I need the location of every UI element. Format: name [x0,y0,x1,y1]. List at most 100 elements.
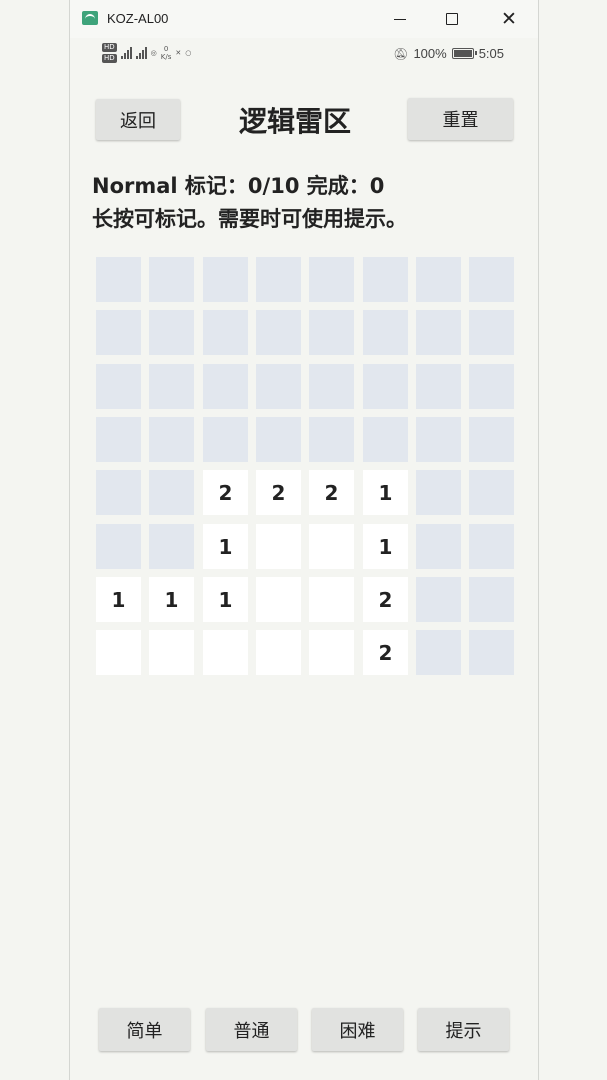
hard-button[interactable]: 困难 [312,1008,403,1051]
board-cell-hidden[interactable] [309,417,354,462]
board-cell-revealed[interactable]: 2 [363,630,408,675]
board-cell-hidden[interactable] [416,524,461,569]
usb-icon: ✕ [175,49,182,57]
back-button[interactable]: 返回 [96,99,180,140]
board-cell-hidden[interactable] [416,630,461,675]
board-cell-hidden[interactable] [363,417,408,462]
hd-icon: HD HD [102,43,117,63]
normal-button[interactable]: 普通 [206,1008,297,1051]
board-cell-hidden[interactable] [469,577,514,622]
board-cell-revealed[interactable] [309,630,354,675]
signal-icon [120,47,132,59]
net-speed-value: 0 [163,45,169,53]
signal-icon-2 [135,47,147,59]
chat-icon: ○ [185,49,192,57]
window-titlebar[interactable]: KOZ-AL00 ✕ [70,0,538,38]
hint-button[interactable]: 提示 [418,1008,509,1051]
battery-percent: 100% [413,46,447,61]
android-app-icon [82,11,98,25]
board-cell-revealed[interactable] [203,630,248,675]
board-cell-revealed[interactable] [309,577,354,622]
board-cell-revealed[interactable]: 2 [309,470,354,515]
app-window: KOZ-AL00 ✕ HD HD ◎ 0 K/s ✕ ○ 🔕︎ 100% 5:05 … [69,0,539,1080]
board-cell-hidden[interactable] [363,310,408,355]
board-cell-hidden[interactable] [469,257,514,302]
board-cell-hidden[interactable] [203,417,248,462]
board-cell-hidden[interactable] [149,310,194,355]
board-cell-revealed[interactable] [309,524,354,569]
net-speed-unit: K/s [160,53,172,61]
minimize-button[interactable] [385,6,415,32]
status-bar: HD HD ◎ 0 K/s ✕ ○ 🔕︎ 100% 5:05 [70,40,538,70]
easy-button[interactable]: 简单 [99,1008,190,1051]
board-cell-hidden[interactable] [149,417,194,462]
board-cell-revealed[interactable]: 1 [363,524,408,569]
status-line: Normal 标记：0/10 完成：0 [92,174,385,198]
board-cell-revealed[interactable] [96,630,141,675]
board-cell-revealed[interactable] [149,630,194,675]
board-cell-hidden[interactable] [256,417,301,462]
window-title: KOZ-AL00 [107,11,169,26]
board-cell-hidden[interactable] [416,417,461,462]
board-cell-hidden[interactable] [416,577,461,622]
board-cell-hidden[interactable] [96,257,141,302]
board-cell-hidden[interactable] [96,364,141,409]
minefield-board: 22211111122 [96,257,514,675]
board-cell-hidden[interactable] [309,364,354,409]
board-cell-hidden[interactable] [203,310,248,355]
board-cell-hidden[interactable] [469,524,514,569]
board-cell-revealed[interactable]: 2 [203,470,248,515]
board-cell-hidden[interactable] [469,630,514,675]
board-cell-hidden[interactable] [363,257,408,302]
reset-button[interactable]: 重置 [408,98,513,140]
board-cell-hidden[interactable] [416,364,461,409]
page-title: 逻辑雷区 [238,105,351,138]
battery-icon [451,48,477,59]
board-cell-revealed[interactable]: 1 [203,524,248,569]
board-cell-hidden[interactable] [96,524,141,569]
status-right-icons: 🔕︎ 100% 5:05 [393,46,504,61]
board-cell-hidden[interactable] [469,310,514,355]
board-cell-revealed[interactable]: 2 [363,577,408,622]
board-cell-hidden[interactable] [469,364,514,409]
maximize-icon [446,13,458,25]
board-cell-hidden[interactable] [256,310,301,355]
board-cell-revealed[interactable]: 1 [96,577,141,622]
board-cell-hidden[interactable] [149,470,194,515]
net-speed: 0 K/s [161,45,172,61]
board-cell-hidden[interactable] [149,524,194,569]
board-cell-hidden[interactable] [416,470,461,515]
board-cell-hidden[interactable] [416,310,461,355]
board-cell-hidden[interactable] [203,364,248,409]
board-cell-revealed[interactable] [256,577,301,622]
minimize-icon [394,18,406,20]
mute-bell-icon: 🔕︎ [393,46,409,61]
maximize-button[interactable] [437,6,467,32]
clock: 5:05 [478,46,504,61]
board-cell-hidden[interactable] [363,364,408,409]
wifi-icon: ◎ [150,49,157,57]
board-cell-hidden[interactable] [256,257,301,302]
board-cell-hidden[interactable] [96,417,141,462]
board-cell-hidden[interactable] [96,310,141,355]
board-cell-hidden[interactable] [416,257,461,302]
board-cell-revealed[interactable]: 2 [256,470,301,515]
board-cell-hidden[interactable] [469,417,514,462]
board-cell-hidden[interactable] [149,364,194,409]
board-cell-hidden[interactable] [203,257,248,302]
board-cell-revealed[interactable] [256,630,301,675]
board-cell-hidden[interactable] [469,470,514,515]
board-cell-revealed[interactable] [256,524,301,569]
board-cell-hidden[interactable] [149,257,194,302]
hint-line: 长按可标记。需要时可使用提示。 [92,207,407,231]
board-cell-hidden[interactable] [309,257,354,302]
close-button[interactable]: ✕ [494,6,524,32]
board-cell-hidden[interactable] [256,364,301,409]
status-left-icons: HD HD ◎ 0 K/s ✕ ○ [102,43,191,63]
board-cell-hidden[interactable] [96,470,141,515]
board-cell-revealed[interactable]: 1 [203,577,248,622]
close-icon: ✕ [501,8,517,30]
board-cell-revealed[interactable]: 1 [363,470,408,515]
board-cell-hidden[interactable] [309,310,354,355]
board-cell-revealed[interactable]: 1 [149,577,194,622]
